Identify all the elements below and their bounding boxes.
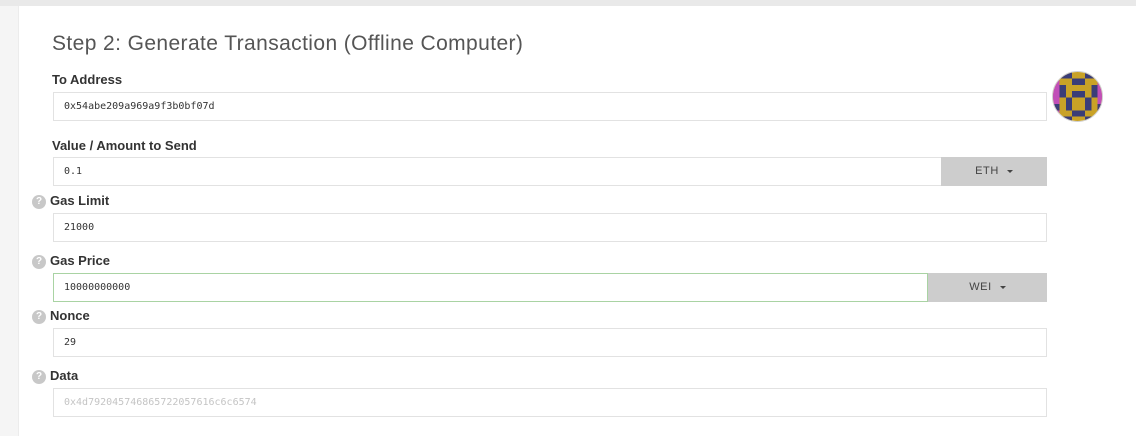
value-input[interactable] [53, 157, 942, 186]
unit-dropdown-label: ETH [975, 165, 999, 177]
step-title: Step 2: Generate Transaction (Offline Co… [52, 32, 524, 55]
value-label: Value / Amount to Send [52, 138, 197, 153]
data-input[interactable] [53, 388, 1047, 417]
unit-dropdown-wei[interactable]: WEI [928, 273, 1047, 302]
nonce-input[interactable] [53, 328, 1047, 357]
to-address-input[interactable] [53, 92, 1047, 121]
data-label: Data [50, 368, 79, 383]
gas-limit-label: Gas Limit [50, 193, 110, 208]
unit-dropdown-eth[interactable]: ETH [941, 157, 1047, 186]
gas-limit-input[interactable] [53, 213, 1047, 242]
caret-down-icon [999, 285, 1006, 289]
generate-transaction-panel: Step 2: Generate Transaction (Offline Co… [18, 6, 1136, 436]
gas-limit-help-icon[interactable]: ? [32, 195, 46, 209]
gas-price-label: Gas Price [50, 253, 110, 268]
nonce-label: Nonce [50, 308, 90, 323]
address-identicon [1052, 71, 1103, 122]
identicon-icon [1053, 72, 1102, 121]
data-help-icon[interactable]: ? [32, 370, 46, 384]
caret-down-icon [1006, 169, 1013, 173]
gas-price-input[interactable] [53, 273, 928, 302]
gas-price-help-icon[interactable]: ? [32, 255, 46, 269]
unit-dropdown-label: WEI [969, 281, 992, 293]
to-address-label: To Address [52, 72, 123, 87]
nonce-help-icon[interactable]: ? [32, 310, 46, 324]
